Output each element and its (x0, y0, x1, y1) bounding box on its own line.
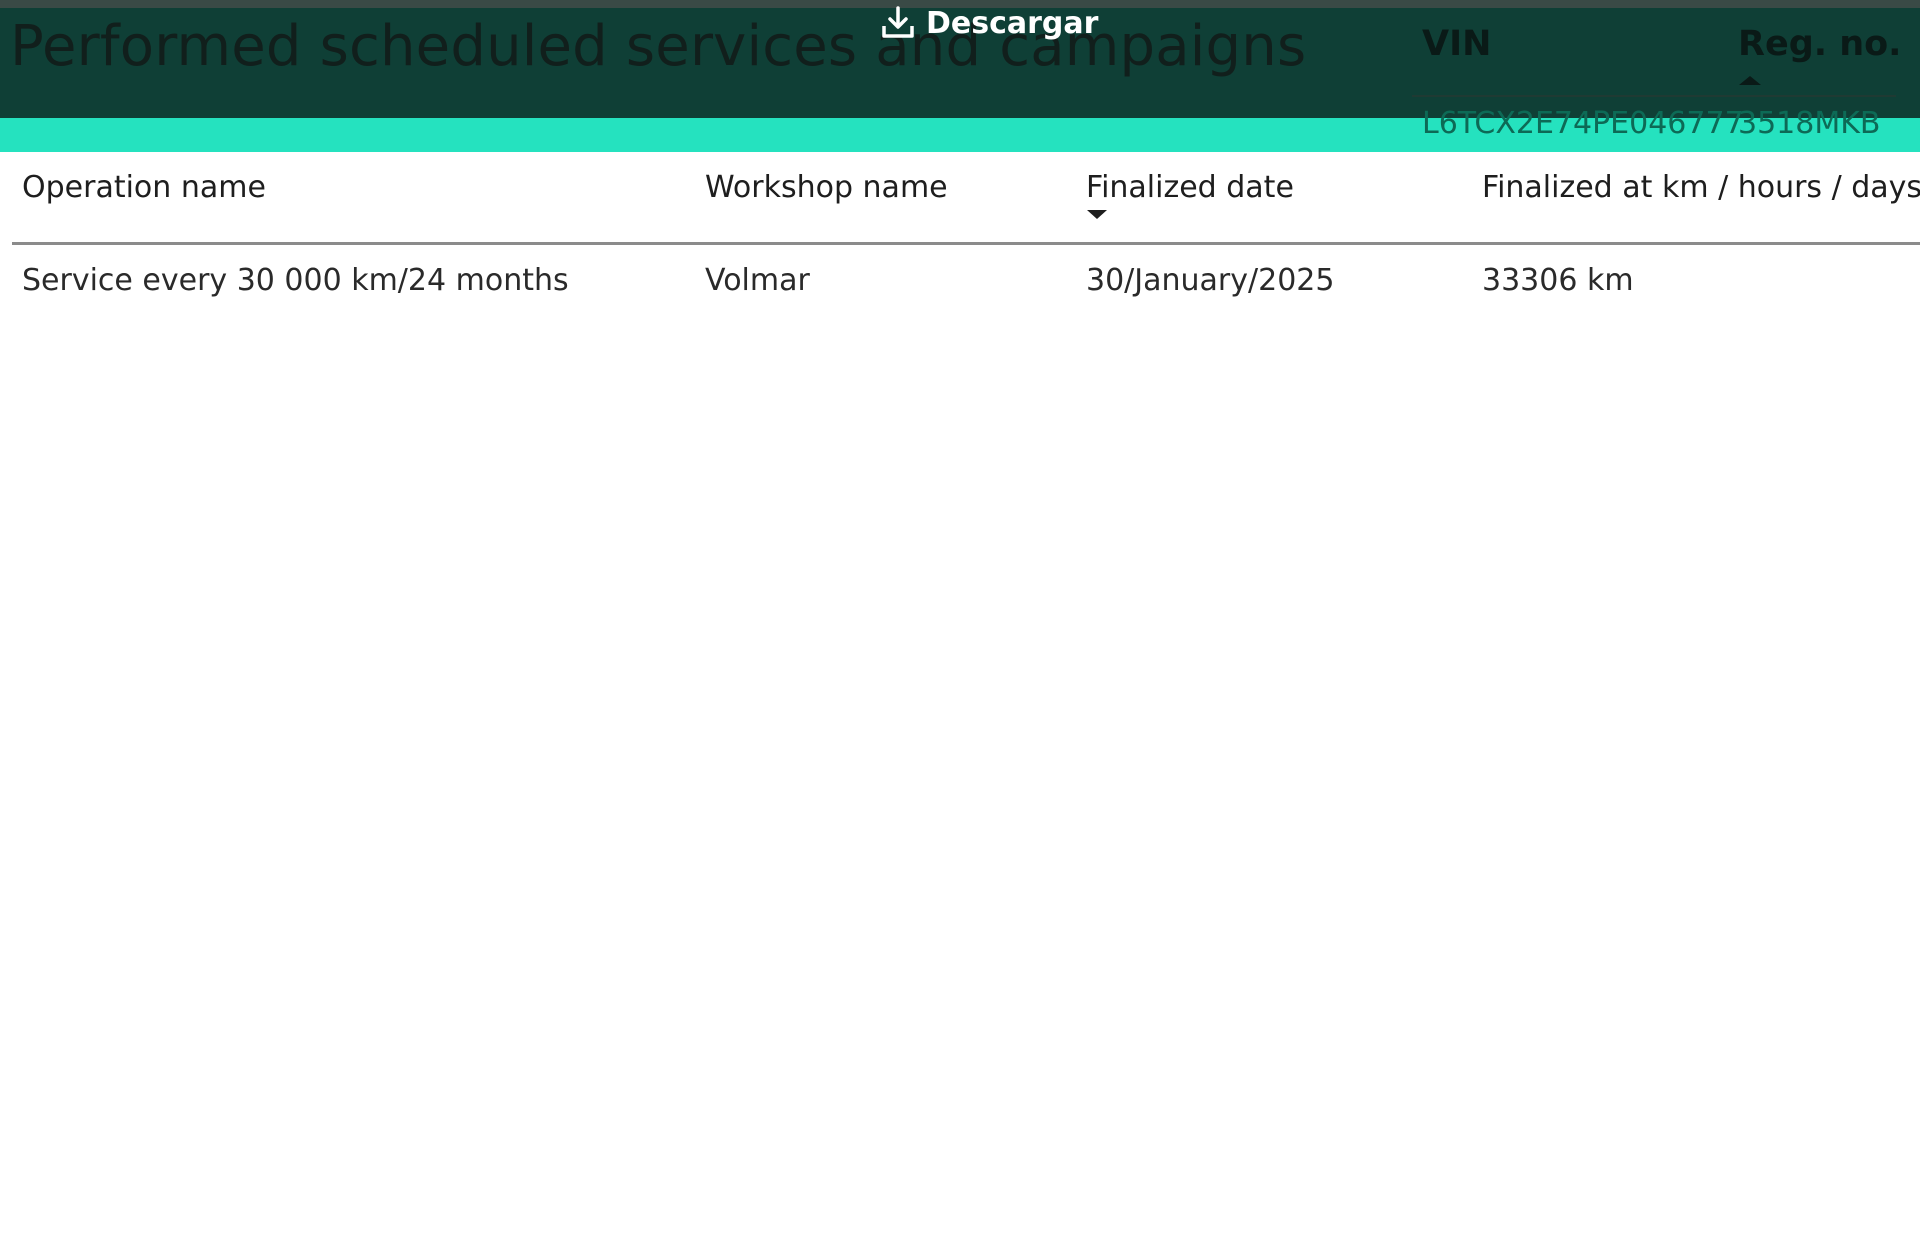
reg-no-value: 3518MKB (1738, 106, 1881, 141)
vehicle-header-divider (1412, 95, 1896, 97)
vin-column-header[interactable]: VIN (1422, 24, 1491, 64)
services-table: Operation name Workshop name Finalized d… (12, 152, 1920, 298)
column-header-operation-name[interactable]: Operation name (22, 170, 266, 205)
cell-workshop-name: Volmar (705, 263, 810, 298)
cell-finalized-date: 30/January/2025 (1086, 263, 1335, 298)
download-label: Descargar (926, 5, 1099, 41)
column-header-finalized-at[interactable]: Finalized at km / hours / days (1482, 170, 1920, 205)
column-header-workshop-name[interactable]: Workshop name (705, 170, 948, 205)
sort-descending-icon (1087, 210, 1107, 219)
table-header: Operation name Workshop name Finalized d… (12, 152, 1920, 242)
download-icon (880, 6, 916, 40)
reg-no-column-header[interactable]: Reg. no. (1738, 24, 1901, 64)
column-header-finalized-date[interactable]: Finalized date (1086, 170, 1294, 205)
cell-operation-name: Service every 30 000 km/24 months (22, 263, 569, 298)
download-button[interactable]: Descargar (880, 0, 1098, 46)
cell-finalized-at: 33306 km (1482, 263, 1634, 298)
table-row[interactable]: Service every 30 000 km/24 months Volmar… (12, 245, 1920, 333)
vin-value: L6TCX2E74PE046777 (1422, 106, 1744, 141)
sort-ascending-icon (1739, 76, 1761, 85)
page-title: Performed scheduled services and campaig… (10, 14, 1307, 79)
page: Performed scheduled services and campaig… (0, 0, 1920, 1260)
